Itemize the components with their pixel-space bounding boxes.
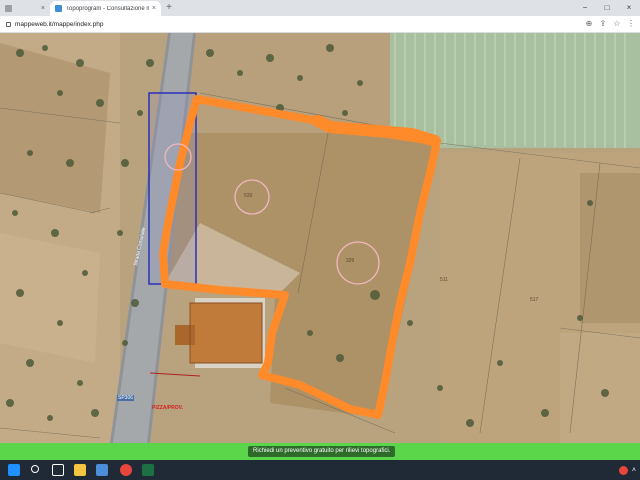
tab-favicon — [5, 5, 12, 12]
share-icon[interactable]: ⇪ — [598, 18, 608, 30]
tab-close-icon[interactable]: × — [152, 5, 156, 12]
calendar-icon[interactable] — [96, 464, 108, 476]
promo-banner: Richiedi un preventivo gratuito per rili… — [0, 443, 640, 460]
map-viewport[interactable]: 539 329 511 517 Strada Comunale SP306 PI… — [0, 33, 640, 443]
bookmark-star-icon[interactable]: ☆ — [612, 18, 622, 30]
url-text[interactable]: mappeweb.it/mappe/index.php — [15, 21, 104, 28]
task-view-icon[interactable] — [52, 464, 64, 476]
new-tab-button[interactable]: + — [163, 1, 175, 15]
parcel-number: 511 — [440, 277, 448, 283]
browser-toolbar: mappeweb.it/mappe/index.php ⊕ ⇪ ☆ ⋮ — [0, 16, 640, 33]
tab-strip: × Topoprogram - Consultazione m × + − □ … — [0, 0, 640, 16]
parcel-number: 329 — [346, 258, 355, 264]
search-icon[interactable] — [31, 465, 39, 473]
chrome-icon[interactable] — [120, 464, 132, 476]
red-road-label: PIZZA/PROV. — [152, 405, 183, 411]
aerial-map[interactable] — [0, 33, 640, 443]
excel-icon[interactable] — [142, 464, 154, 476]
sp-road-label: SP306 — [117, 395, 135, 401]
parcel-number: 517 — [530, 297, 539, 303]
chrome-tray-icon[interactable] — [618, 465, 628, 475]
tab-favicon — [55, 5, 62, 12]
zoom-icon[interactable]: ⊕ — [584, 18, 594, 30]
address-bar[interactable]: mappeweb.it/mappe/index.php — [2, 18, 582, 31]
close-window-button[interactable]: × — [618, 0, 640, 16]
parcel-number: 539 — [244, 193, 253, 199]
windows-start-icon[interactable] — [8, 464, 20, 476]
tab-title: Topoprogram - Consultazione m — [66, 5, 149, 12]
window-controls: − □ × — [574, 0, 640, 16]
file-explorer-icon[interactable] — [74, 464, 86, 476]
taskbar: ˄ — [0, 460, 640, 480]
system-tray: ˄ — [618, 460, 640, 480]
toolbar-actions: ⊕ ⇪ ☆ ⋮ — [584, 18, 636, 30]
tab-inactive[interactable]: × — [0, 1, 50, 16]
tab-close-icon[interactable]: × — [41, 5, 45, 12]
minimize-button[interactable]: − — [574, 0, 596, 16]
chevron-up-icon[interactable]: ˄ — [632, 467, 636, 474]
quote-request-button[interactable]: Richiedi un preventivo gratuito per rili… — [248, 446, 396, 457]
maximize-button[interactable]: □ — [596, 0, 618, 16]
menu-icon[interactable]: ⋮ — [626, 18, 636, 30]
tab-active[interactable]: Topoprogram - Consultazione m × — [50, 1, 161, 16]
lock-icon[interactable] — [6, 22, 11, 27]
